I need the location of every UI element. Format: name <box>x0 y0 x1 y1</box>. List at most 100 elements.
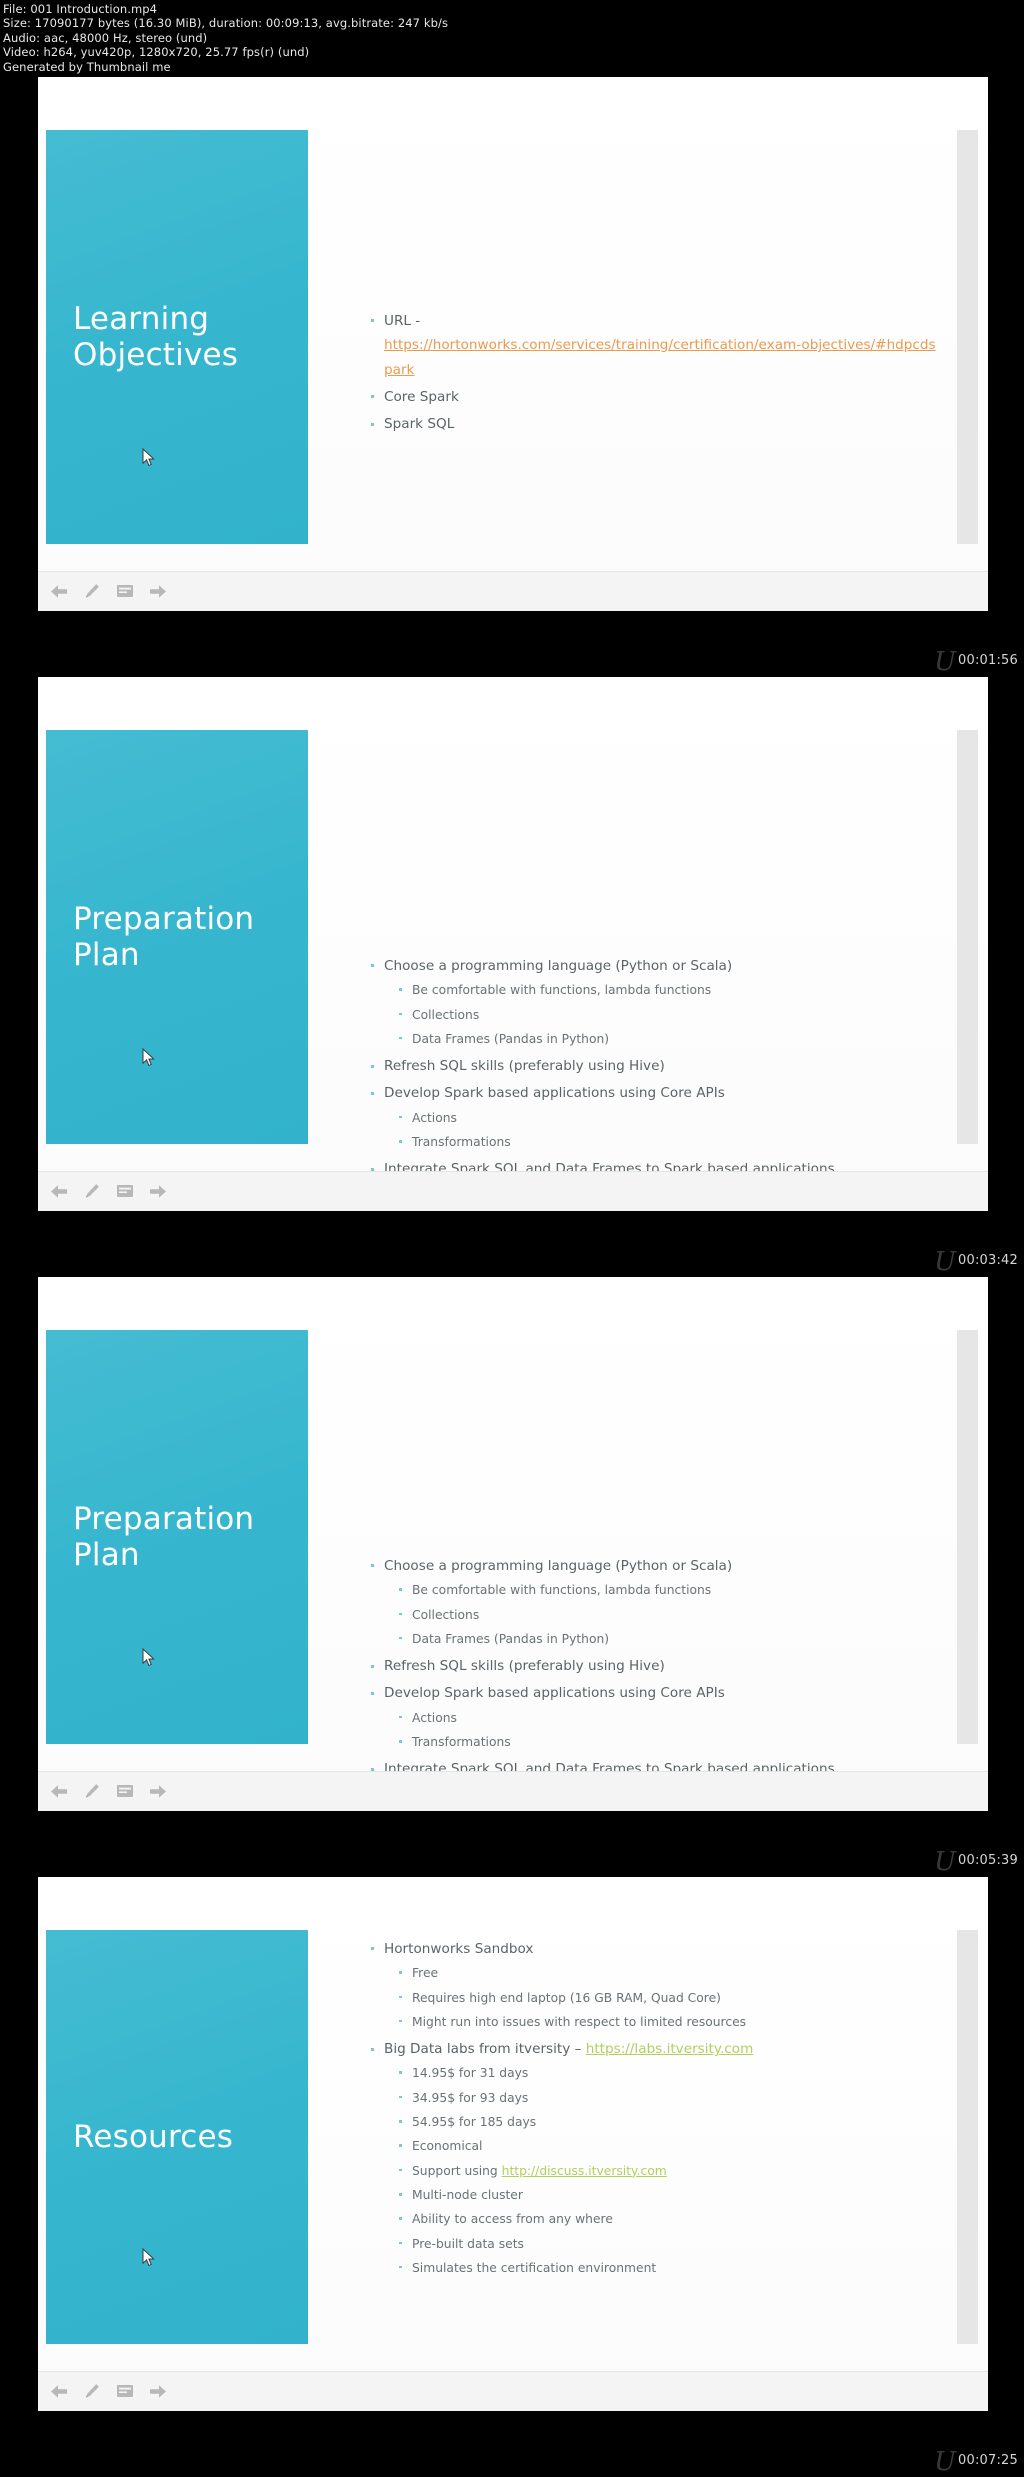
bullet-text: Refresh SQL skills (preferably using Hiv… <box>384 1058 665 1075</box>
next-slide-icon[interactable] <box>149 1183 167 1199</box>
thumbnail-cell: Resources Hortonworks Sandbox Free Requires… <box>0 1876 1024 2451</box>
slide-frame[interactable]: Learning Objectives URL - https://hortonw… <box>38 76 988 611</box>
bullet-text: Collections <box>412 1007 480 1022</box>
bullet-item: Pre-built data sets <box>396 2232 938 2256</box>
bullet-item: Multi-node cluster <box>396 2183 938 2207</box>
bullet-item: Choose a programming language (Python or… <box>368 954 938 978</box>
bullet-text: Be comfortable with functions, lambda fu… <box>412 983 712 998</box>
pen-tool-icon[interactable] <box>83 2383 101 2399</box>
bullet-link[interactable]: https://hortonworks.com/services/trainin… <box>384 333 938 382</box>
bullet-text: 54.95$ for 185 days <box>412 2115 537 2130</box>
bullet-item: Collections <box>396 1003 938 1027</box>
bullet-item: Economical <box>396 2134 938 2158</box>
bullet-text: Data Frames (Pandas in Python) <box>412 1031 610 1046</box>
bullet-text: 34.95$ for 93 days <box>412 2090 529 2105</box>
slide-toolbar <box>38 2370 988 2411</box>
bullet-list: Choose a programming language (Python or… <box>368 954 938 1182</box>
bullet-item: Support using http://discuss.itversity.c… <box>396 2159 938 2183</box>
bullet-item: Be comfortable with functions, lambda fu… <box>396 1578 938 1602</box>
meta-size-line: Size: 17090177 bytes (16.30 MiB), durati… <box>3 16 449 31</box>
slide-title-panel: Learning Objectives <box>46 129 308 544</box>
bullet-item: Refresh SQL skills (preferably using Hiv… <box>368 1654 938 1678</box>
pen-tool-icon[interactable] <box>83 1783 101 1799</box>
timestamp-label: 00:03:42 <box>958 1252 1018 1268</box>
next-slide-icon[interactable] <box>149 583 167 599</box>
bullet-link[interactable]: http://discuss.itversity.com <box>502 2164 667 2178</box>
bullet-item: Simulates the certification environment <box>396 2256 938 2280</box>
slide-frame[interactable]: Preparation Plan Choose a programming lan… <box>38 1276 988 1811</box>
slide-side-scrollbar[interactable] <box>957 729 978 1144</box>
thumbnail-cell: Preparation Plan Choose a programming lan… <box>0 1276 1024 1851</box>
bullet-text: Develop Spark based applications using C… <box>384 1685 725 1702</box>
bullet-text-prefix: URL - <box>384 312 421 329</box>
bullet-item: Spark SQL <box>368 412 938 436</box>
bullet-item: Free <box>396 1961 938 1985</box>
slide-frame[interactable]: Preparation Plan Choose a programming lan… <box>38 676 988 1211</box>
pen-tool-icon[interactable] <box>83 1183 101 1199</box>
next-slide-icon[interactable] <box>149 1783 167 1799</box>
previous-slide-icon[interactable] <box>50 2383 68 2399</box>
slide-notes-icon[interactable] <box>116 1783 134 1799</box>
bullet-item: Data Frames (Pandas in Python) <box>396 1027 938 1051</box>
timestamp-label: 00:07:25 <box>958 2452 1018 2468</box>
bullet-text: Requires high end laptop (16 GB RAM, Qua… <box>412 1990 721 2005</box>
slide-canvas: Preparation Plan Choose a programming lan… <box>38 1276 988 1811</box>
slide-toolbar <box>38 1170 988 1211</box>
bullet-text: Pre-built data sets <box>412 2236 524 2251</box>
bullet-text: Refresh SQL skills (preferably using Hiv… <box>384 1658 665 1675</box>
bullet-list: Hortonworks Sandbox Free Requires high end… <box>368 1937 938 2280</box>
previous-slide-icon[interactable] <box>50 1783 68 1799</box>
slide-title: Preparation Plan <box>73 1500 255 1573</box>
slide-side-scrollbar[interactable] <box>957 129 978 544</box>
mouse-cursor-icon <box>142 2247 156 2268</box>
thumbnail-sheet: Learning Objectives URL - https://hortonw… <box>0 76 1024 2477</box>
meta-file-line: File: 001 Introduction.mp4 <box>3 2 158 16</box>
bullet-list: Choose a programming language (Python or… <box>368 1554 938 1782</box>
bullet-item: Actions <box>396 1106 938 1130</box>
bullet-item: Data Frames (Pandas in Python) <box>396 1627 938 1651</box>
bullet-text: Might run into issues with respect to li… <box>412 2014 747 2029</box>
bullet-link[interactable]: https://labs.itversity.com <box>586 2041 754 2057</box>
slide-title-panel: Preparation Plan <box>46 1329 308 1744</box>
pen-tool-icon[interactable] <box>83 583 101 599</box>
slide-frame[interactable]: Resources Hortonworks Sandbox Free Requires… <box>38 1876 988 2411</box>
thumbnail-cell: Learning Objectives URL - https://hortonw… <box>0 76 1024 651</box>
bullet-item: Might run into issues with respect to li… <box>396 2010 938 2034</box>
slide-toolbar <box>38 1770 988 1811</box>
slide-toolbar <box>38 570 988 611</box>
bullet-item: 54.95$ for 185 days <box>396 2110 938 2134</box>
slide-notes-icon[interactable] <box>116 2383 134 2399</box>
timestamp-row: U 00:03:42 <box>0 1246 1024 1277</box>
slide-notes-icon[interactable] <box>116 1183 134 1199</box>
timestamp-row: U 00:05:39 <box>0 1846 1024 1877</box>
slide-content: URL - https://hortonworks.com/services/t… <box>368 77 938 611</box>
bullet-item: Hortonworks Sandbox <box>368 1937 938 1961</box>
watermark-logo: U <box>934 1846 956 1877</box>
video-metadata-header: File: 001 Introduction.mp4 Size: 1709017… <box>0 0 1024 77</box>
slide-notes-icon[interactable] <box>116 583 134 599</box>
meta-generator-line: Generated by Thumbnail me <box>3 59 171 74</box>
next-slide-icon[interactable] <box>149 2383 167 2399</box>
timestamp-row: U 00:07:25 <box>0 2446 1024 2477</box>
mouse-cursor-icon <box>142 1047 156 1068</box>
watermark-logo: U <box>934 2446 956 2477</box>
bullet-item: Core Spark <box>368 385 938 409</box>
bullet-text: Hortonworks Sandbox <box>384 1940 534 1957</box>
timestamp-label: 00:05:39 <box>958 1852 1018 1868</box>
bullet-text: Core Spark <box>384 388 459 405</box>
bullet-text: Be comfortable with functions, lambda fu… <box>412 1583 712 1598</box>
slide-title-panel: Resources <box>46 1929 308 2344</box>
slide-content: Choose a programming language (Python or… <box>368 677 938 1211</box>
bullet-item: Choose a programming language (Python or… <box>368 1554 938 1578</box>
slide-side-scrollbar[interactable] <box>957 1329 978 1744</box>
bullet-item: Big Data labs from itversity – https://l… <box>368 2037 938 2061</box>
slide-canvas: Preparation Plan Choose a programming lan… <box>38 676 988 1211</box>
thumbnail-cell: Preparation Plan Choose a programming lan… <box>0 676 1024 1251</box>
previous-slide-icon[interactable] <box>50 583 68 599</box>
bullet-item: URL - https://hortonworks.com/services/t… <box>368 309 938 382</box>
previous-slide-icon[interactable] <box>50 1183 68 1199</box>
bullet-item: Ability to access from any where <box>396 2207 938 2231</box>
watermark-logo: U <box>934 1246 956 1277</box>
bullet-item: Requires high end laptop (16 GB RAM, Qua… <box>396 1986 938 2010</box>
slide-side-scrollbar[interactable] <box>957 1929 978 2344</box>
